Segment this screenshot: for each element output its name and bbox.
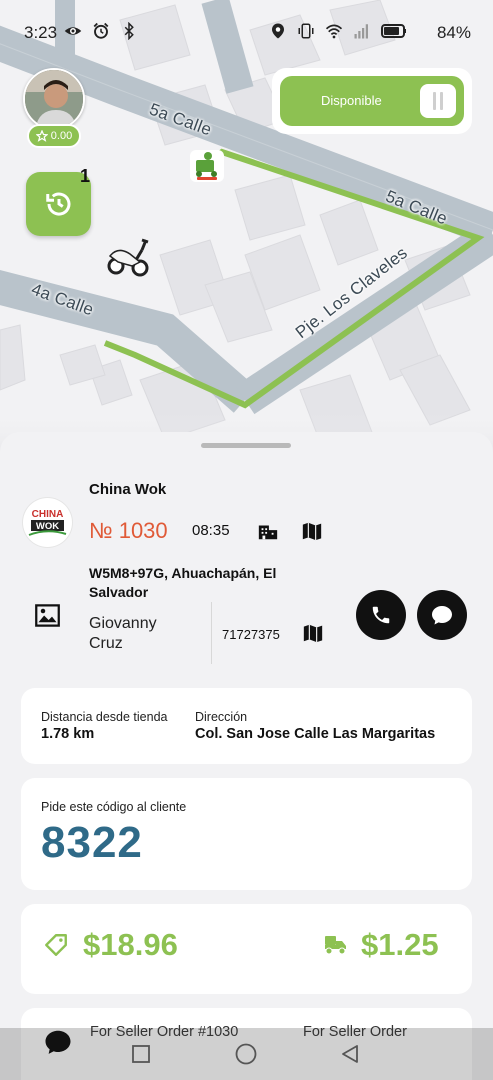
distance-label: Distancia desde tienda xyxy=(41,710,168,724)
availability-switch[interactable]: Disponible xyxy=(280,76,464,126)
store-map-icon[interactable] xyxy=(301,520,323,542)
store-logo: CHINA WOK xyxy=(23,498,72,547)
back-button[interactable] xyxy=(340,1044,360,1069)
order-bottom-sheet: CHINA WOK China Wok № 1030 08:35 W5M8+97… xyxy=(0,432,493,1080)
home-button[interactable] xyxy=(235,1043,257,1070)
signal-icon xyxy=(354,24,368,39)
code-label: Pide este código al cliente xyxy=(41,800,187,814)
seller-message-right[interactable]: For Seller Order xyxy=(303,1023,473,1041)
client-map-icon[interactable] xyxy=(302,622,324,644)
delivery-fee: $1.25 xyxy=(361,927,439,962)
price-tag-icon xyxy=(43,932,69,958)
seller-message-left[interactable]: For Seller Order #1030 xyxy=(90,1023,260,1041)
call-button[interactable] xyxy=(356,590,406,640)
message-icon[interactable] xyxy=(43,1027,73,1062)
store-name: China Wok xyxy=(89,481,167,498)
history-icon xyxy=(45,192,70,216)
chat-bubble-icon xyxy=(432,606,452,625)
star-icon xyxy=(35,130,48,142)
status-time: 3:23 xyxy=(24,23,58,42)
client-phone: 71727375 xyxy=(222,627,280,642)
building-icon[interactable] xyxy=(257,520,279,542)
avatar[interactable] xyxy=(23,68,85,130)
store-logo-text-1: CHINA xyxy=(32,509,64,520)
recents-button[interactable] xyxy=(131,1044,151,1069)
address-value: Col. San Jose Calle Las Margaritas xyxy=(195,726,436,742)
status-bar: 3:23 84% xyxy=(0,20,493,48)
availability-label: Disponible xyxy=(321,93,382,108)
toggle-knob[interactable] xyxy=(420,84,456,118)
rating-value: 0.00 xyxy=(50,130,73,142)
customer-code-card: Pide este código al cliente 8322 xyxy=(21,778,472,890)
client-name: Giovanny Cruz xyxy=(89,615,157,652)
alarm-icon xyxy=(93,22,109,39)
store-marker-icon[interactable] xyxy=(188,148,226,184)
customer-code: 8322 xyxy=(41,818,143,867)
delivery-address: W5M8+97G, Ahuachapán, El Salvador xyxy=(89,565,277,600)
location-icon xyxy=(272,23,284,39)
bluetooth-icon xyxy=(124,22,134,40)
distance-value: 1.78 km xyxy=(41,726,95,742)
sheet-drag-handle[interactable] xyxy=(201,443,291,448)
chat-button[interactable] xyxy=(417,590,467,640)
driver-rating-badge: 0.00 xyxy=(27,124,81,148)
eye-icon xyxy=(64,27,82,35)
vibrate-icon xyxy=(298,23,314,39)
image-icon[interactable] xyxy=(33,602,62,634)
phone-icon xyxy=(372,606,390,624)
delivery-scooter-icon xyxy=(323,932,349,956)
payment-card: $18.96 $1.25 xyxy=(21,904,472,994)
order-number: № 1030 xyxy=(89,518,168,543)
history-count-badge: 1 xyxy=(80,166,91,186)
address-label: Dirección xyxy=(195,710,248,724)
scooter-marker-icon xyxy=(106,236,150,278)
divider xyxy=(211,602,212,664)
battery-icon xyxy=(381,24,406,38)
availability-toggle[interactable]: Disponible xyxy=(272,68,472,134)
order-total: $18.96 xyxy=(83,927,178,962)
battery-percent: 84% xyxy=(436,23,471,42)
distance-card: Distancia desde tienda 1.78 km Dirección… xyxy=(21,688,472,764)
order-time: 08:35 xyxy=(192,522,230,539)
wifi-icon xyxy=(325,24,343,39)
